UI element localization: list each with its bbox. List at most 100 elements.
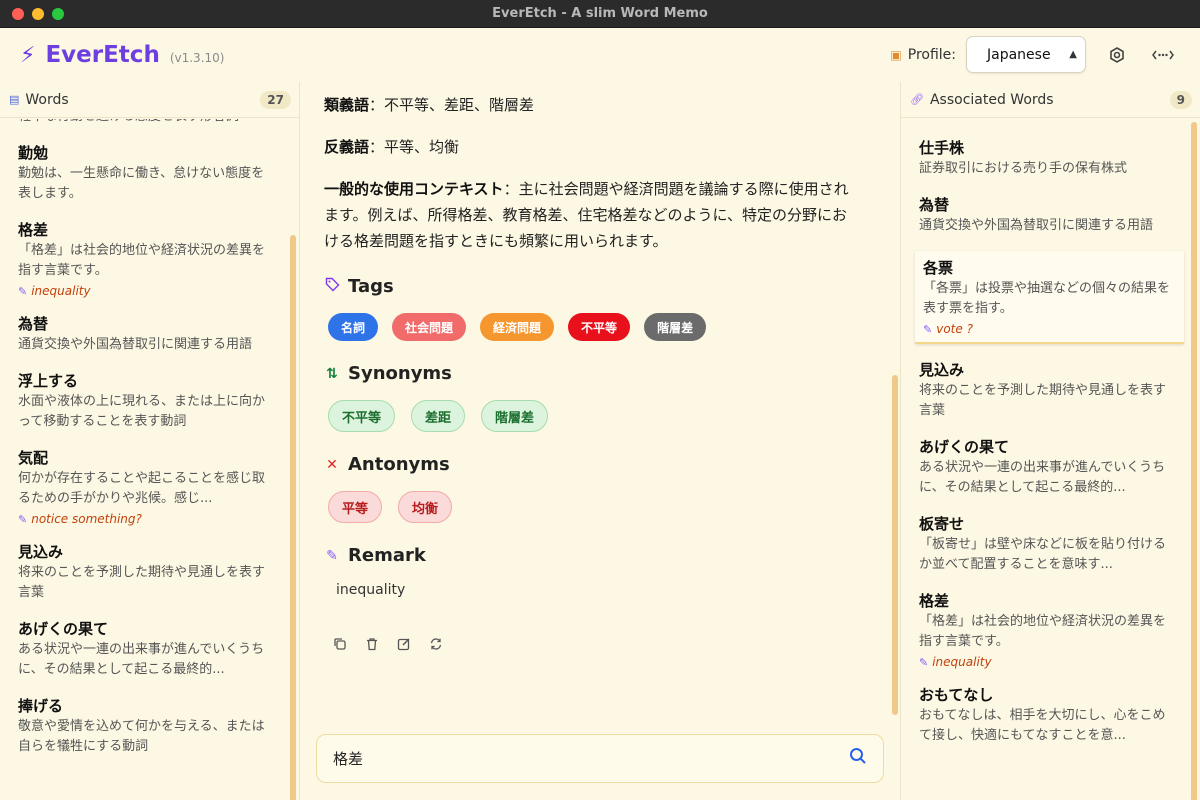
remark-section-title: ✎ Remark [324,545,862,566]
word-title: おもてなし [919,686,994,704]
remark-title: Remark [348,545,426,566]
list-item[interactable]: 浮上する 水面や液体の上に現れる、または上に向かって移動することを表す動詞 [0,370,287,432]
tag-chip[interactable]: 名詞 [328,313,379,341]
associated-panel-header: 🔗︎ Associated Words 9 [901,82,1200,118]
app-header: ⚡︎ EverEtch (v1.3.10) ▣ Profile: Japanes… [0,28,1200,82]
list-item[interactable]: 見込み 将来のことを予測した期待や見通しを表す言葉 [0,541,287,603]
synonyms-line-label: 類義語 [324,96,370,114]
word-remark-text: notice something? [31,512,142,526]
pencil-icon: ✎ [18,512,28,526]
synonym-chip[interactable]: 差距 [411,400,466,432]
word-detail-content: 類義語：不平等、差距、階層差 反義語：平等、均衡 一般的な使用コンテキスト：主に… [300,82,886,720]
word-title: 捧げる [18,697,64,715]
refresh-icon [430,638,442,650]
list-item[interactable]: 気配 何かが存在することや起こることを感じ取るための手がかりや兆候。感じ... … [0,447,287,526]
tag-chip[interactable]: 階層差 [644,313,707,341]
document-icon: ▤ [9,93,20,106]
window-controls [12,8,64,20]
word-description: 水面や液体の上に現れる、または上に向かって移動することを表す動詞 [18,394,266,429]
detail-scrollbar[interactable] [892,375,898,715]
search-input[interactable]: 格差 [333,748,849,769]
search-field[interactable]: 格差 [316,734,884,783]
tag-chip[interactable]: 不平等 [568,313,631,341]
list-item[interactable]: 為替 通貨交換や外国為替取引に関連する用語 [0,313,287,355]
synonym-chip[interactable]: 不平等 [328,400,396,432]
list-item[interactable]: あげくの果て ある状況や一連の出来事が進んでいくうちに、その結果として起こる最終… [0,618,287,680]
settings-button[interactable] [1102,40,1132,70]
list-item[interactable]: 捧げる 敬意や愛情を込めて何かを与える、または自らを犠牲にする動詞 [0,695,287,757]
antonyms-section-title: ✕ Antonyms [324,454,862,475]
word-title: 各票 [923,259,954,277]
trash-icon [367,638,377,651]
copy-button[interactable] [332,636,348,652]
list-item-hovered[interactable]: 各票 「各票」は投票や抽選などの個々の結果を表す票を指す。 ✎ vote ? [915,251,1184,344]
word-description: 将来のことを予測した期待や見通しを表す言葉 [919,383,1167,418]
list-item[interactable]: おもてなし おもてなしは、相手を大切にし、心をこめて接し、快適にもてなすことを意… [901,684,1188,746]
associated-scrollbar[interactable] [1191,122,1197,800]
word-title: 見込み [919,361,965,379]
word-remark-text: inequality [932,655,992,669]
list-item[interactable]: 格差 「格差」は社会的地位や経済状況の差異を指す言葉です。 ✎ inequalit… [901,590,1188,669]
list-item[interactable]: 見込み 将来のことを予測した期待や見通しを表す言葉 [901,359,1188,421]
refresh-button[interactable] [428,636,444,652]
synonyms-list: 不平等 差距 階層差 [324,400,862,432]
edit-icon [397,638,410,651]
list-item[interactable]: あげくの果て ある状況や一連の出来事が進んでいくうちに、その結果として起こる最終… [901,436,1188,498]
tags-section-title: Tags [324,276,862,297]
link-icon: 🔗︎ [910,93,924,106]
search-icon[interactable] [849,747,867,770]
context-line-label: 一般的な使用コンテキスト [324,180,504,198]
word-actions [324,636,862,652]
word-title: 見込み [18,543,64,561]
associated-panel-title: Associated Words [929,91,1054,108]
words-panel-header: ▤ Words 27 [0,82,299,118]
close-window-button[interactable] [12,8,24,20]
more-button[interactable] [1148,40,1178,70]
pencil-icon: ✎ [18,284,28,298]
copy-icon [334,638,346,650]
antonym-chip[interactable]: 均衡 [398,491,453,523]
list-item[interactable]: 仕手株 証券取引における売り手の保有株式 [901,137,1188,179]
associated-list[interactable]: 仕手株 証券取引における売り手の保有株式 為替 通貨交換や外国為替取引に関連する… [901,137,1188,800]
antonyms-line-label: 反義語 [324,138,370,156]
edit-button[interactable] [396,636,412,652]
synonyms-section-title: ⇅ Synonyms [324,363,862,384]
antonym-chip[interactable]: 平等 [328,491,383,523]
synonym-chip[interactable]: 階層差 [481,400,549,432]
profile-select[interactable]: Japanese ▲︎ [966,36,1086,73]
word-description: 通貨交換や外国為替取引に関連する用語 [18,337,253,352]
header-controls: ▣ Profile: Japanese ▲︎ [890,36,1178,73]
chevron-up-down-icon: ▲︎ [1069,49,1077,60]
gear-icon [1110,46,1124,63]
separator: ： [369,138,385,156]
delete-button[interactable] [364,636,380,652]
word-title: あげくの果て [18,620,109,638]
word-remark-text: inequality [31,284,91,298]
synonyms-line: 類義語：不平等、差距、階層差 [324,92,862,118]
words-panel: ▤ Words 27 軽率な行動を避ける態度を表す形容詞 勤勉 勤勉は、一生懸命… [0,82,300,800]
window-titlebar: EverEtch - A slim Word Memo [0,0,1200,28]
profile-label-text: Profile: [907,46,956,63]
x-icon: ✕ [326,456,338,473]
word-remark: ✎ inequality [18,284,269,298]
word-description: 軽率な行動を避ける態度を表す形容詞 [18,119,269,127]
list-item[interactable]: 為替 通貨交換や外国為替取引に関連する用語 [901,194,1188,236]
list-item[interactable]: 勤勉 勤勉は、一生懸命に働き、怠けない態度を表します。 [0,142,287,204]
tag-icon [324,277,340,296]
tag-chip[interactable]: 経済問題 [480,313,555,341]
words-list[interactable]: 軽率な行動を避ける態度を表す形容詞 勤勉 勤勉は、一生懸命に働き、怠けない態度を… [0,119,287,800]
zoom-window-button[interactable] [52,8,64,20]
word-detail-panel: 類義語：不平等、差距、階層差 反義語：平等、均衡 一般的な使用コンテキスト：主に… [300,82,900,800]
list-item[interactable]: 板寄せ 「板寄せ」は壁や床などに板を貼り付けるか並べて配置することを意味す... [901,513,1188,575]
pencil-icon: ✎ [923,322,933,336]
list-item[interactable]: 軽率な行動を避ける態度を表す形容詞 [0,119,287,127]
word-title: 仕手株 [919,139,965,157]
tag-chip[interactable]: 社会問題 [392,313,467,341]
antonyms-line-text: 平等、均衡 [384,138,460,156]
app-name: EverEtch [45,42,160,68]
minimize-window-button[interactable] [32,8,44,20]
list-item[interactable]: 格差 「格差」は社会的地位や経済状況の差異を指す言葉です。 ✎ inequalit… [0,219,287,298]
word-title: 勤勉 [18,144,49,162]
synonyms-line-text: 不平等、差距、階層差 [384,96,535,114]
words-scrollbar[interactable] [290,235,296,800]
